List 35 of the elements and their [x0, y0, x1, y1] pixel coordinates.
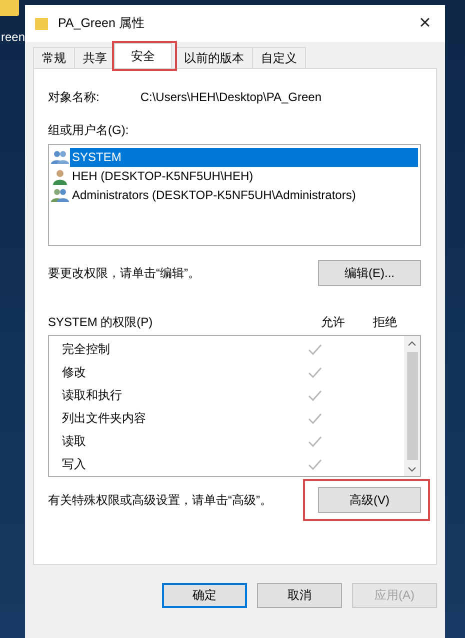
column-header: 允许 — [321, 314, 346, 330]
permission-name: 写入 — [61, 456, 87, 473]
permission-name: 读取 — [61, 433, 87, 450]
tab[interactable]: 常规 — [33, 47, 75, 68]
permission-name: 读取和执行 — [61, 387, 123, 404]
dialog-button[interactable]: 确定 — [162, 583, 247, 608]
users-icon — [51, 188, 69, 203]
users-icon — [51, 150, 69, 165]
tab[interactable]: 安全 — [114, 43, 172, 68]
scrollbar-thumb[interactable] — [406, 352, 418, 460]
edit-hint: 要更改权限，请单击“编辑”。 — [48, 264, 200, 282]
list-item[interactable]: Administrators (DESKTOP-K5NF5UH\Administrators) — [70, 186, 358, 205]
scrollbar[interactable] — [404, 336, 420, 476]
user-list[interactable]: SYSTEM HEH (DESKTOP-K5NF5UH\HEH) Administrators (DESKTOP-K5NF5UH\Administrators) — [48, 144, 421, 246]
dialog-button[interactable]: 取消 — [257, 583, 342, 608]
edit-button[interactable]: 编辑(E)... — [318, 260, 421, 286]
list-item[interactable]: SYSTEM — [70, 148, 418, 167]
list-label: 组或用户名(G): — [48, 123, 129, 137]
column-header: 拒绝 — [373, 314, 398, 330]
close-button[interactable]: × — [405, 12, 445, 35]
permissions-label: SYSTEM 的权限(P) — [48, 314, 154, 330]
folder-icon[interactable] — [0, 0, 19, 16]
permission-name: 完全控制 — [61, 341, 111, 358]
tab[interactable]: 自定义 — [252, 47, 306, 68]
user-icon — [51, 168, 69, 184]
advanced-hint: 有关特殊权限或高级设置，请单击“高级”。 — [48, 492, 272, 508]
field-label: 对象名称: — [48, 88, 100, 106]
window-title: PA_Green 属性 — [58, 15, 146, 32]
desktop-icon-label: reen — [0, 30, 25, 44]
advanced-button[interactable]: 高级(V) — [318, 487, 421, 513]
object-path: C:\Users\HEH\Desktop\PA_Green — [140, 90, 322, 104]
permission-name: 列出文件夹内容 — [61, 410, 147, 427]
permission-name: 修改 — [61, 364, 87, 381]
folder-icon — [35, 18, 48, 30]
list-item[interactable]: HEH (DESKTOP-K5NF5UH\HEH) — [70, 167, 256, 186]
